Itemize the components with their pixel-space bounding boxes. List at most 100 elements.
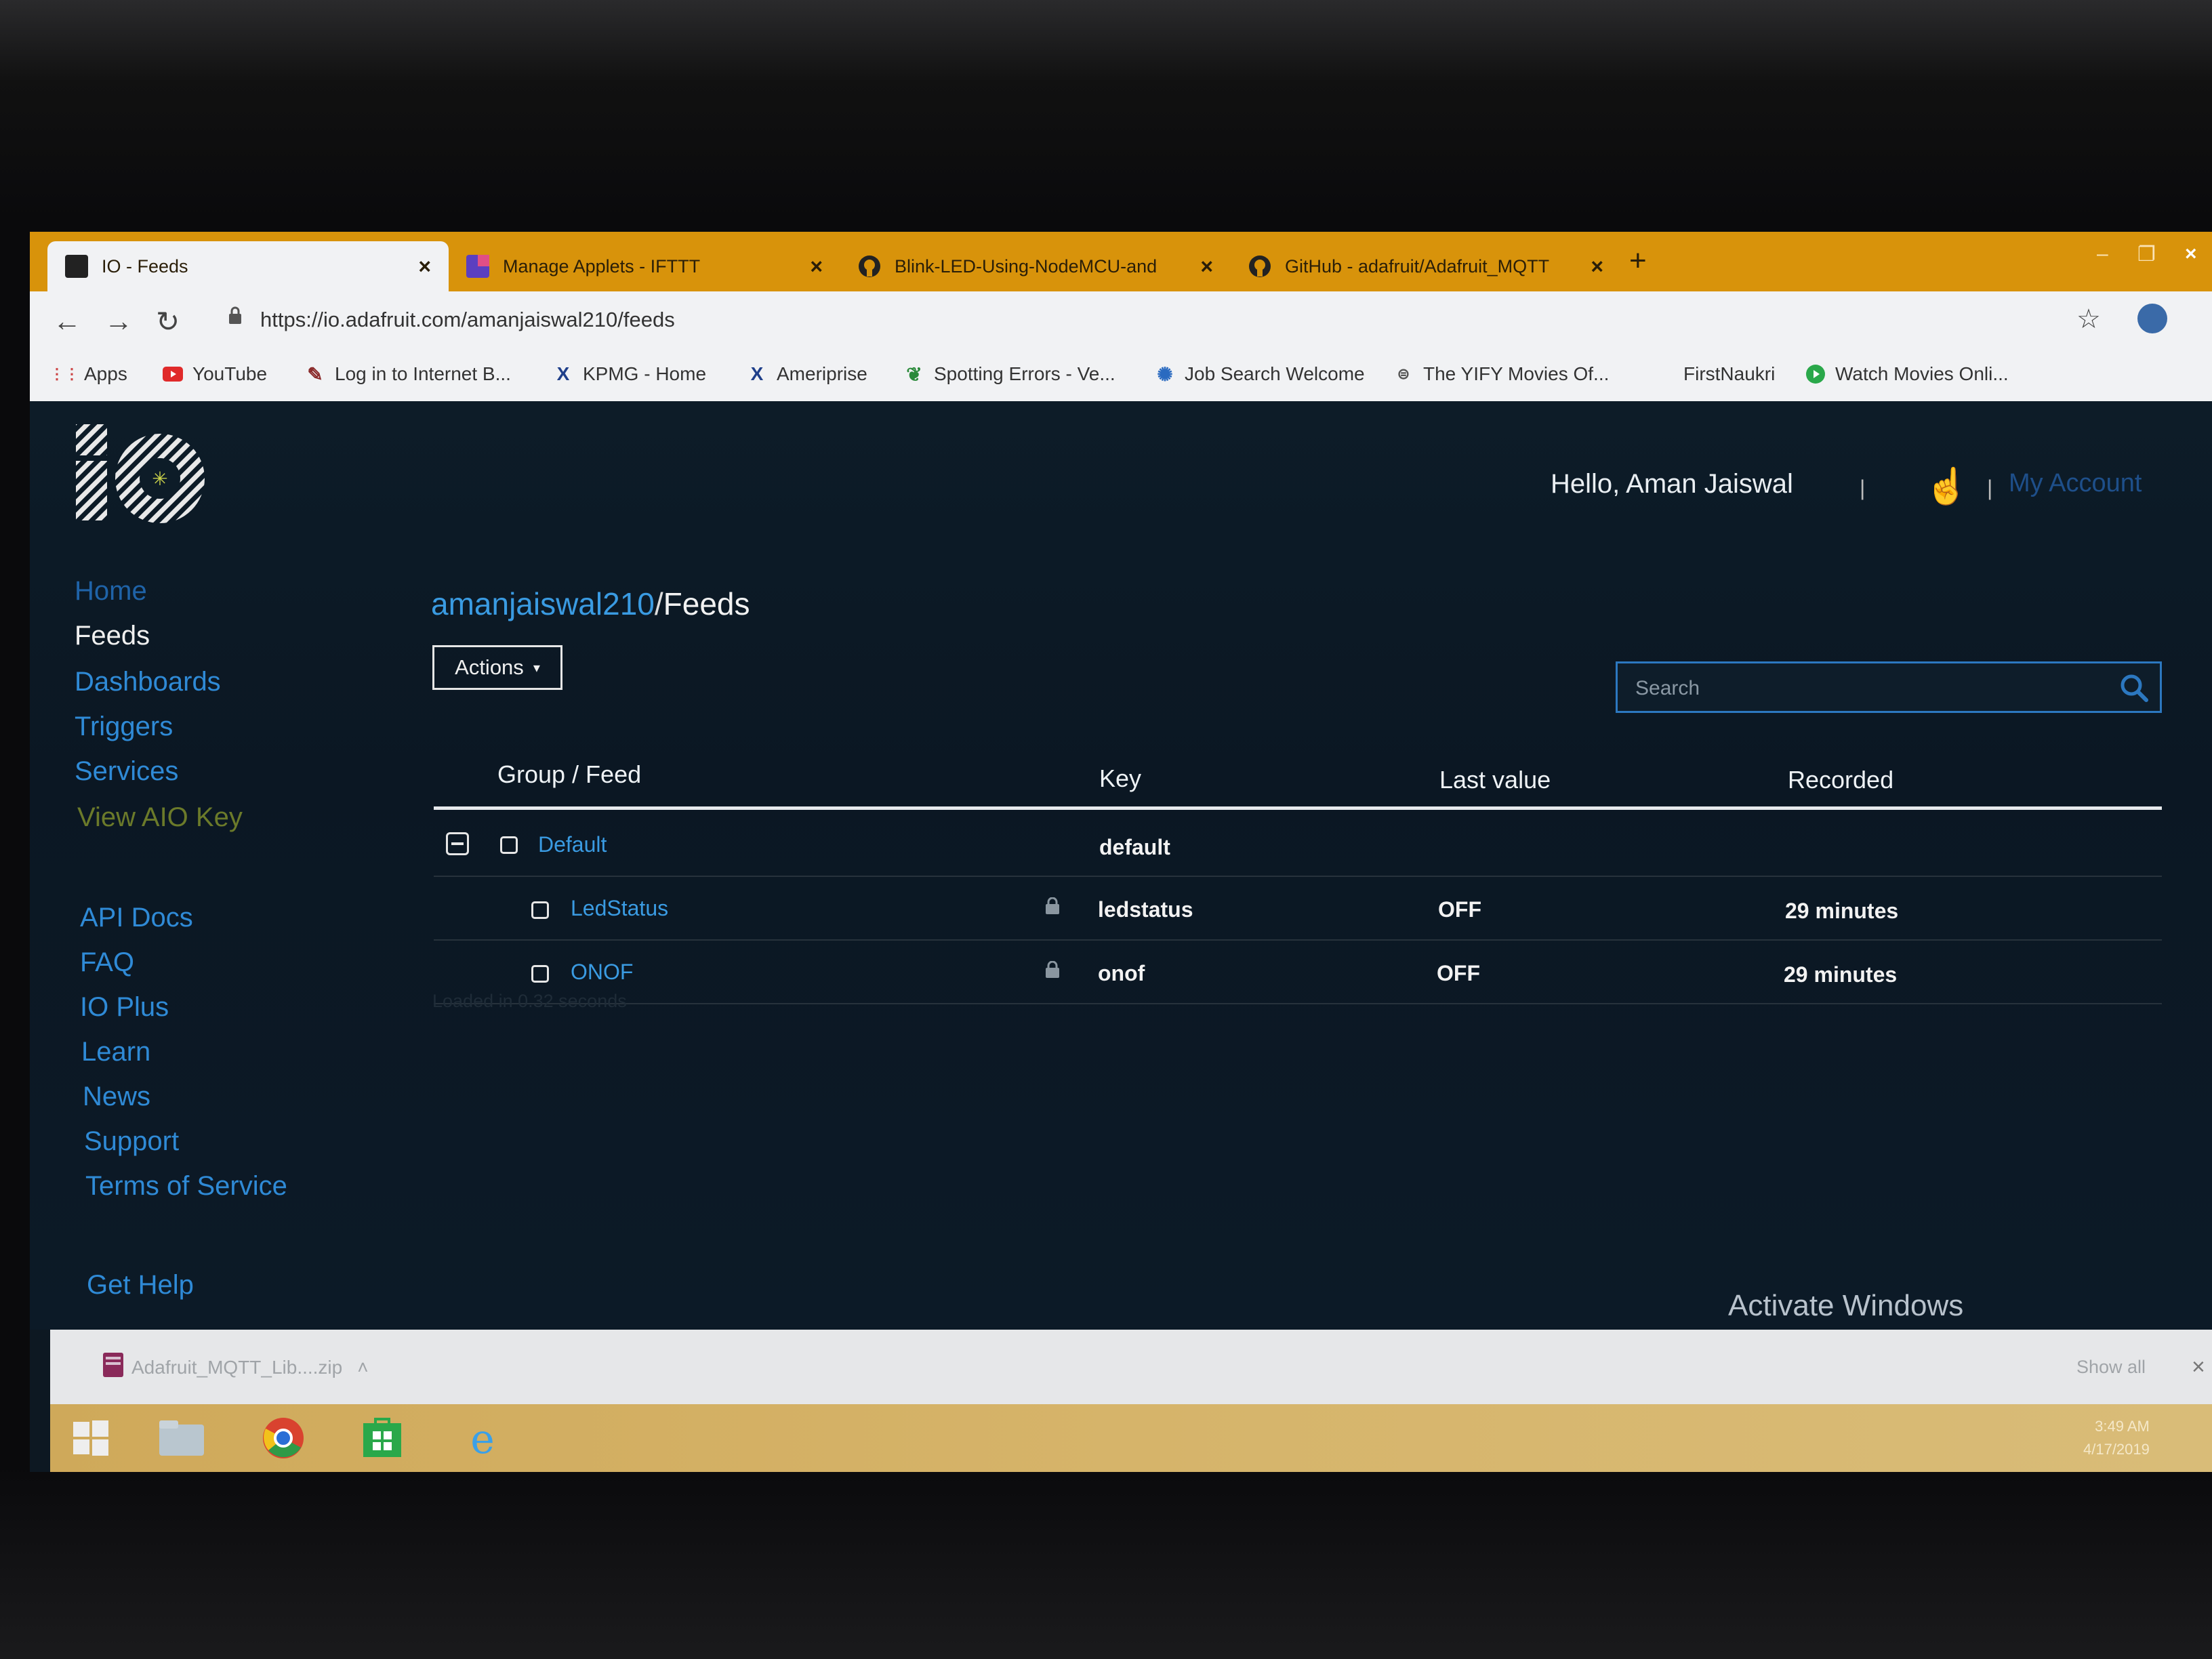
feed-link-ledstatus[interactable]: LedStatus xyxy=(571,896,668,921)
leaf-icon: ❦ xyxy=(906,363,922,385)
download-bar: Adafruit_MQTT_Lib....zip ˄ Show all × xyxy=(50,1330,2212,1404)
adafruit-io-logo[interactable]: ✳ xyxy=(73,422,209,523)
back-icon[interactable]: ← xyxy=(53,305,81,337)
ifttt-favicon-icon xyxy=(466,255,489,278)
feed-last-value: OFF xyxy=(1438,897,1481,922)
feed-key: onof xyxy=(1098,961,1145,985)
bookmark-firstnaukri[interactable]: FirstNaukri xyxy=(1683,363,1775,385)
bookmark-kpmg[interactable]: X KPMG - Home xyxy=(553,363,706,385)
feed-checkbox[interactable] xyxy=(531,901,549,919)
group-key: default xyxy=(1099,835,1170,859)
search-input[interactable] xyxy=(1634,673,2097,704)
url-field[interactable]: https://io.adafruit.com/amanjaiswal210/f… xyxy=(260,308,675,332)
actions-dropdown-button[interactable]: Actions ▾ xyxy=(432,645,562,690)
download-item[interactable]: Adafruit_MQTT_Lib....zip ˄ xyxy=(131,1357,369,1378)
ameriprise-icon: X xyxy=(750,363,764,384)
bookmark-spotting-errors[interactable]: ❦ Spotting Errors - Ve... xyxy=(904,363,1115,385)
window-close-icon[interactable]: × xyxy=(2185,243,2197,266)
sidebar-item-news[interactable]: News xyxy=(83,1082,150,1112)
page-title: Feeds xyxy=(663,586,750,621)
column-header-recorded[interactable]: Recorded xyxy=(1788,766,1893,794)
system-clock[interactable]: 3:49 AM 4/17/2019 xyxy=(2083,1415,2150,1461)
svg-text:e: e xyxy=(470,1416,495,1460)
bookmark-star-icon[interactable]: ☆ xyxy=(2076,304,2101,335)
chevron-up-icon[interactable]: ˄ xyxy=(357,1357,368,1378)
archive-file-icon xyxy=(103,1353,123,1377)
header-separator: | xyxy=(1987,476,1993,500)
group-checkbox[interactable] xyxy=(500,836,518,854)
row-divider xyxy=(434,939,2162,941)
sidebar-item-support[interactable]: Support xyxy=(84,1126,179,1157)
profile-avatar[interactable] xyxy=(2137,304,2167,333)
search-box xyxy=(1616,661,2162,713)
sidebar-item-dashboards[interactable]: Dashboards xyxy=(75,667,221,697)
table-header-divider xyxy=(434,806,2162,810)
column-header-group-feed[interactable]: Group / Feed xyxy=(497,760,641,789)
feed-link-onof[interactable]: ONOF xyxy=(571,960,633,985)
internet-explorer-icon[interactable]: e xyxy=(442,1411,523,1465)
new-tab-button[interactable]: + xyxy=(1629,244,1647,278)
bookmark-job-search[interactable]: ✺ Job Search Welcome xyxy=(1155,363,1364,385)
file-explorer-icon[interactable] xyxy=(141,1411,222,1465)
tab-title: Manage Applets - IFTTT xyxy=(503,255,701,276)
feed-checkbox[interactable] xyxy=(531,965,549,983)
bookmark-internet-banking[interactable]: ✎ Log in to Internet B... xyxy=(305,363,511,385)
lock-icon xyxy=(229,306,241,324)
address-bar: ← → ↻ https://io.adafruit.com/amanjaiswa… xyxy=(30,291,2212,350)
windows-start-icon[interactable] xyxy=(50,1411,131,1465)
close-icon[interactable]: × xyxy=(1591,254,1603,279)
row-divider xyxy=(434,1003,2162,1004)
maximize-icon[interactable]: ❐ xyxy=(2137,243,2156,266)
sidebar-item-terms-of-service[interactable]: Terms of Service xyxy=(85,1171,287,1202)
clock-time: 3:49 AM xyxy=(2095,1418,2150,1435)
activate-windows-watermark: Activate Windows xyxy=(1728,1289,1964,1322)
svg-text:✳: ✳ xyxy=(152,468,167,490)
bookmark-youtube[interactable]: YouTube xyxy=(163,363,267,385)
column-header-last-value[interactable]: Last value xyxy=(1439,766,1551,794)
sidebar-item-faq[interactable]: FAQ xyxy=(80,947,134,978)
apps-grid-icon: ⋮⋮ xyxy=(49,365,79,382)
feed-key: ledstatus xyxy=(1098,897,1193,922)
get-help-link[interactable]: Get Help xyxy=(87,1270,194,1300)
bookmark-ameriprise[interactable]: X Ameriprise xyxy=(747,363,867,385)
minimize-icon[interactable]: – xyxy=(2097,243,2108,266)
sidebar-item-services[interactable]: Services xyxy=(75,756,178,787)
tab-blink-led[interactable]: Blink-LED-Using-NodeMCU-and × xyxy=(840,241,1231,291)
windows-store-icon[interactable] xyxy=(342,1411,423,1465)
browser-tab-bar: IO - Feeds × Manage Applets - IFTTT × Bl… xyxy=(30,232,2212,291)
bookmark-apps[interactable]: ⋮⋮ Apps xyxy=(49,363,127,385)
breadcrumb-user-link[interactable]: amanjaiswal210 xyxy=(431,586,655,621)
tab-title: IO - Feeds xyxy=(102,255,188,276)
close-icon[interactable]: × xyxy=(810,254,823,279)
tab-github-mqtt[interactable]: GitHub - adafruit/Adafruit_MQTT × xyxy=(1231,241,1621,291)
forward-icon[interactable]: → xyxy=(104,305,133,337)
youtube-icon xyxy=(163,364,183,384)
bookmark-yify[interactable]: ⊜ The YIFY Movies Of... xyxy=(1393,363,1610,385)
sidebar-item-api-docs[interactable]: API Docs xyxy=(80,903,193,933)
sidebar-item-triggers[interactable]: Triggers xyxy=(75,712,173,742)
close-download-bar-icon[interactable]: × xyxy=(2192,1354,2205,1380)
sidebar-item-learn[interactable]: Learn xyxy=(81,1037,150,1067)
my-account-link[interactable]: My Account xyxy=(2009,469,2142,498)
group-link-default[interactable]: Default xyxy=(538,832,607,857)
kpmg-icon: X xyxy=(556,363,570,384)
tab-io-feeds[interactable]: IO - Feeds × xyxy=(47,241,449,291)
row-divider xyxy=(434,876,2162,877)
github-icon xyxy=(859,255,880,277)
sidebar-item-view-aio-key[interactable]: View AIO Key xyxy=(77,802,243,833)
chrome-icon[interactable] xyxy=(243,1411,324,1465)
close-icon[interactable]: × xyxy=(418,254,431,279)
lock-icon xyxy=(1046,961,1059,978)
tab-title: GitHub - adafruit/Adafruit_MQTT xyxy=(1285,255,1550,276)
sidebar-item-home[interactable]: Home xyxy=(75,576,147,607)
close-icon[interactable]: × xyxy=(1200,254,1213,279)
reload-icon[interactable]: ↻ xyxy=(156,305,180,338)
sidebar-item-feeds[interactable]: Feeds xyxy=(75,621,150,651)
bookmark-watch-movies[interactable]: Watch Movies Onli... xyxy=(1805,363,2009,385)
tab-ifttt[interactable]: Manage Applets - IFTTT × xyxy=(449,241,840,291)
show-all-downloads-link[interactable]: Show all xyxy=(2076,1357,2146,1378)
search-icon[interactable] xyxy=(2118,672,2150,704)
column-header-key[interactable]: Key xyxy=(1099,764,1141,793)
collapse-group-icon[interactable] xyxy=(446,832,469,855)
sidebar-item-io-plus[interactable]: IO Plus xyxy=(80,992,169,1023)
